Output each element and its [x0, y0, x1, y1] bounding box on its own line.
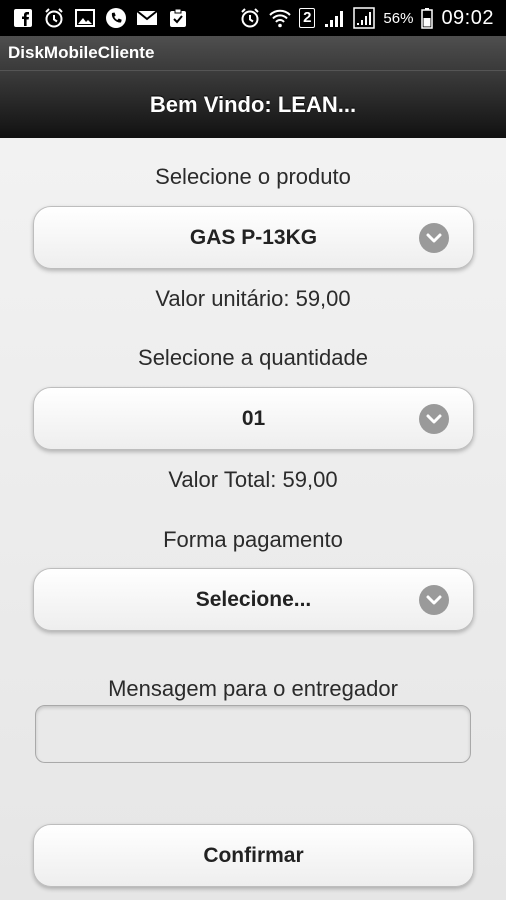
sim-icon: 2 [299, 8, 316, 28]
quantity-select-value: 01 [241, 406, 266, 430]
clipboard-icon [167, 7, 189, 29]
payment-label: Forma pagamento [163, 527, 343, 552]
battery-icon [421, 7, 434, 29]
product-label: Selecione o produto [155, 164, 351, 189]
app-title: DiskMobileCliente [0, 36, 506, 70]
order-form: Selecione o produto GAS P-13KG Valor uni… [0, 138, 506, 900]
page-title: Bem Vindo: LEAN... [0, 70, 506, 138]
product-select[interactable]: GAS P-13KG [33, 206, 474, 269]
message-input[interactable] [35, 705, 471, 763]
wifi-icon [269, 7, 291, 29]
mail-icon [136, 7, 158, 29]
system-icons: 2 56% 09:02 [239, 0, 506, 36]
signal-icon [323, 7, 345, 29]
chevron-down-icon [419, 222, 449, 253]
facebook-icon [12, 7, 34, 29]
status-bar: 2 56% 09:02 [0, 0, 506, 36]
chevron-down-icon [419, 403, 449, 434]
alarm-icon [239, 7, 261, 29]
battery-percent: 56% [383, 9, 414, 27]
signal-icon [353, 7, 376, 29]
message-label: Mensagem para o entregador [108, 676, 398, 701]
product-select-value: GAS P-13KG [189, 225, 318, 249]
clock: 09:02 [441, 6, 494, 29]
phone-icon [105, 7, 127, 29]
quantity-label: Selecione a quantidade [138, 345, 368, 370]
quantity-select[interactable]: 01 [33, 387, 474, 450]
chevron-down-icon [419, 584, 449, 615]
unit-price: Valor unitário: 59,00 [155, 286, 351, 311]
payment-select-value: Selecione... [195, 587, 312, 611]
total-price: Valor Total: 59,00 [168, 467, 338, 492]
payment-select[interactable]: Selecione... [33, 568, 474, 631]
notification-icons [0, 0, 189, 36]
image-icon [74, 7, 96, 29]
alarm-icon [43, 7, 65, 29]
confirm-button[interactable]: Confirmar [33, 824, 474, 887]
